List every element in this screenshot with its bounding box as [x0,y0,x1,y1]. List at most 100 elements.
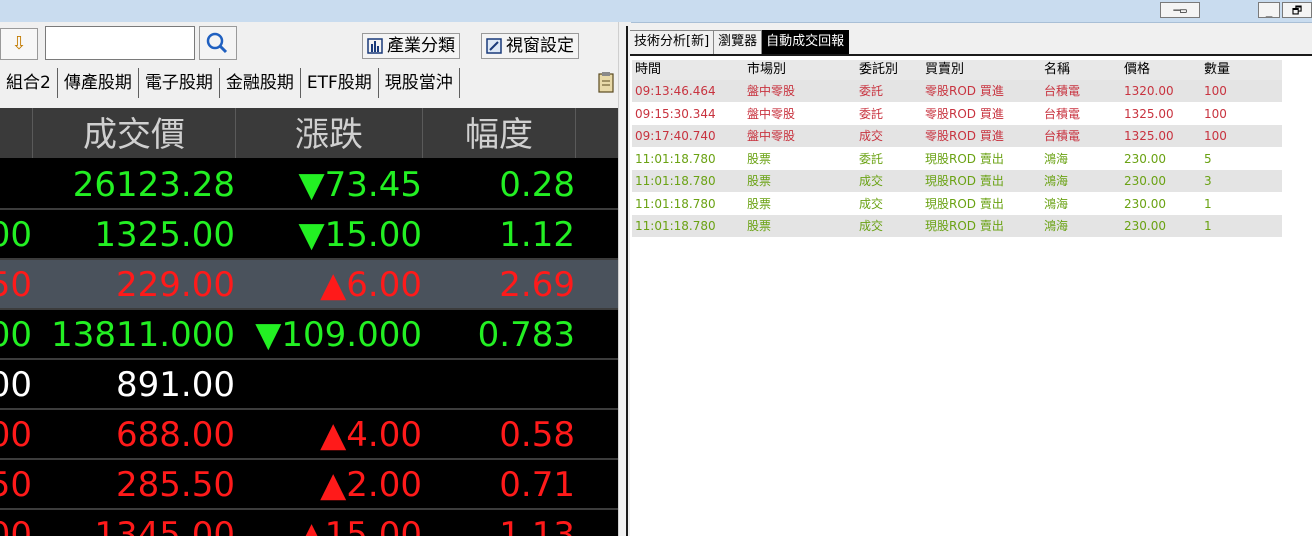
restore-button[interactable]: 🗗 [1282,2,1312,18]
quote-cell-prev: 00 [0,365,32,405]
report-row[interactable]: 09:13:46.464 盤中零股 委託 零股ROD 買進 台積電 1320.00 100 [632,80,1282,102]
symbol-search-input[interactable] [45,26,195,60]
quote-cell-price: 1345.00 [94,515,235,536]
window-settings-button[interactable]: 視窗設定 [481,33,579,59]
tab-finance-futures[interactable]: 金融股期 [220,68,301,98]
quote-row[interactable]: 00 891.00 [0,360,618,410]
tab-etf-futures[interactable]: ETF股期 [301,68,379,98]
report-cell-time: 11:01:18.780 [635,151,716,166]
report-cell-side: 零股ROD 買進 [925,129,1004,143]
report-header-qty[interactable]: 數量 [1204,60,1230,80]
minimize-button[interactable]: _ [1258,2,1280,18]
quote-cell-change: ▼15.00 [298,215,422,255]
report-cell-time: 09:15:30.344 [635,106,716,121]
down-arrow-icon[interactable]: ⇩ [0,28,38,60]
quote-row[interactable]: 00 13811.000 ▼109.000 0.783 [0,310,618,360]
tab-traditional-futures[interactable]: 傳產股期 [58,68,139,98]
report-cell-price: 230.00 [1124,219,1166,233]
report-cell-qty: 100 [1204,106,1227,121]
quote-cell-price: 1325.00 [94,215,235,255]
quote-cell-percent [423,360,575,408]
report-cell-name: 鴻海 [1044,151,1069,166]
report-cell-name: 台積電 [1044,129,1081,143]
tab-auto-fill-report[interactable]: 自動成交回報 [762,30,850,54]
report-header-price[interactable]: 價格 [1124,60,1150,80]
header-percent[interactable]: 幅度 [423,108,575,158]
report-row[interactable]: 11:01:18.780 股票 成交 現股ROD 賣出 鴻海 230.00 1 [632,193,1282,215]
quote-cell-prev: 00 [0,515,32,536]
quote-cell-price: 891.00 [116,365,235,405]
quote-row[interactable]: 50 229.00 ▲6.00 2.69 [0,260,618,310]
search-icon [206,32,228,54]
quote-row[interactable]: 00 688.00 ▲4.00 0.58 [0,410,618,460]
report-header-time[interactable]: 時間 [635,60,661,80]
report-cell-side: 現股ROD 賣出 [925,151,1004,166]
industry-category-button[interactable]: 產業分類 [362,33,460,59]
report-cell-time: 09:17:40.740 [635,129,716,143]
report-cell-side: 零股ROD 買進 [925,106,1004,121]
bar-chart-icon [367,38,383,54]
report-cell-time: 11:01:18.780 [635,196,716,211]
quote-cell-prev: 50 [0,265,32,305]
report-cell-price: 1325.00 [1124,129,1174,143]
tab-technical-analysis[interactable]: 技術分析[新] [630,30,715,54]
clipboard-icon[interactable] [596,70,616,94]
quote-row[interactable]: 00 1345.00 ▲15.00 1.13 [0,510,618,536]
quote-cell-price: 229.00 [116,265,235,305]
report-cell-type: 委託 [859,84,884,98]
splitter-line [626,26,628,536]
header-change[interactable]: 漲跌 [236,108,422,158]
quote-cell-percent: 1.12 [499,215,575,255]
quote-cell-change: ▼73.45 [298,165,422,205]
report-cell-name: 台積電 [1044,106,1081,121]
quote-cell-change: ▲2.00 [320,465,422,505]
quote-cell-price: 26123.28 [72,165,235,205]
report-cell-qty: 1 [1204,219,1212,233]
quote-cell-percent: 0.28 [499,165,575,205]
report-cell-type: 委託 [859,151,884,166]
quote-cell-change: ▲6.00 [320,265,422,305]
dock-button[interactable]: ─▭ [1160,2,1200,18]
quote-row[interactable]: 00 1325.00 ▼15.00 1.12 [0,210,618,260]
quote-cell-prev: 00 [0,415,32,455]
report-cell-price: 1320.00 [1124,84,1174,98]
quote-cell-change: ▼109.000 [255,315,422,355]
report-cell-time: 11:01:18.780 [635,219,716,233]
report-cell-price: 230.00 [1124,174,1166,188]
report-cell-market: 盤中零股 [747,129,796,143]
quote-cell-prev [0,160,32,208]
tab-electronics-futures[interactable]: 電子股期 [139,68,220,98]
category-tabs: 組合2 傳產股期 電子股期 金融股期 ETF股期 現股當沖 [0,68,618,98]
header-price[interactable]: 成交價 [33,108,235,158]
quote-row[interactable]: 26123.28 ▼73.45 0.28 [0,160,618,210]
report-cell-time: 11:01:18.780 [635,174,716,188]
report-cell-qty: 3 [1204,174,1212,188]
tab-browser[interactable]: 瀏覽器 [714,30,763,54]
quote-cell-change: ▲4.00 [320,415,422,455]
report-header-side[interactable]: 買賣別 [925,60,964,80]
report-header-name[interactable]: 名稱 [1044,60,1070,80]
report-cell-price: 1325.00 [1124,106,1174,121]
report-cell-market: 股票 [747,174,772,188]
quote-cell-price: 13811.000 [51,315,235,355]
report-row[interactable]: 11:01:18.780 股票 成交 現股ROD 賣出 鴻海 230.00 1 [632,215,1282,237]
report-cell-market: 股票 [747,151,772,166]
quote-row[interactable]: 50 285.50 ▲2.00 0.71 [0,460,618,510]
report-cell-type: 成交 [859,196,884,211]
report-header-market[interactable]: 市場別 [747,60,786,80]
report-row[interactable]: 09:15:30.344 盤中零股 委託 零股ROD 買進 台積電 1325.00 100 [632,103,1282,125]
report-row[interactable]: 11:01:18.780 股票 成交 現股ROD 賣出 鴻海 230.00 3 [632,170,1282,192]
report-cell-type: 委託 [859,106,884,121]
quote-cell-prev: 50 [0,465,32,505]
tab-combo-2[interactable]: 組合2 [0,68,58,98]
report-cell-qty: 1 [1204,196,1212,211]
report-header-type[interactable]: 委託別 [859,60,898,80]
report-cell-price: 230.00 [1124,196,1166,211]
quote-cell-percent: 1.13 [499,515,575,536]
search-button[interactable] [199,26,237,60]
tab-day-trade[interactable]: 現股當沖 [379,68,460,98]
quote-cell-change: ▲15.00 [298,515,422,536]
report-cell-name: 鴻海 [1044,196,1069,211]
report-row[interactable]: 11:01:18.780 股票 委託 現股ROD 賣出 鴻海 230.00 5 [632,148,1282,170]
report-row[interactable]: 09:17:40.740 盤中零股 成交 零股ROD 買進 台積電 1325.00 100 [632,125,1282,147]
